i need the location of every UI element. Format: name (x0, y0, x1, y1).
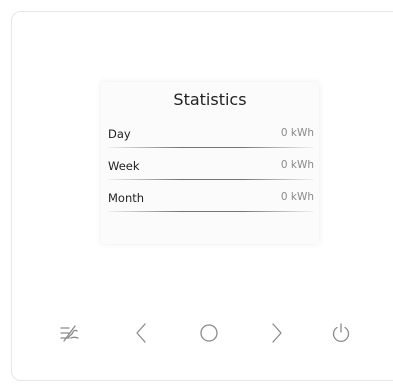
stat-label: Month (108, 191, 145, 205)
previous-button[interactable] (126, 318, 156, 348)
ok-button[interactable] (194, 318, 224, 348)
stat-value: 0 kWh (280, 159, 314, 171)
circle-icon (200, 324, 218, 342)
power-icon (332, 323, 350, 342)
next-button[interactable] (262, 318, 292, 348)
stat-row-week: Week 0 kWh (108, 152, 314, 180)
stat-value: 0 kWh (280, 191, 314, 203)
display-screen: Statistics Day 0 kWh Week 0 kWh Month 0 … (101, 82, 319, 244)
row-divider (108, 147, 314, 148)
stat-row-day: Day 0 kWh (108, 120, 314, 148)
row-divider (108, 211, 314, 212)
stat-label: Day (108, 127, 131, 141)
stat-value: 0 kWh (280, 127, 314, 139)
fan-off-icon (60, 325, 79, 342)
chevron-left-icon (136, 323, 146, 343)
stat-row-month: Month 0 kWh (108, 184, 314, 212)
chevron-right-icon (272, 323, 282, 343)
screen-title: Statistics (173, 90, 247, 109)
row-divider (108, 179, 314, 180)
power-button[interactable] (326, 318, 356, 348)
fan-off-button[interactable] (55, 318, 85, 348)
stat-label: Week (108, 159, 140, 173)
